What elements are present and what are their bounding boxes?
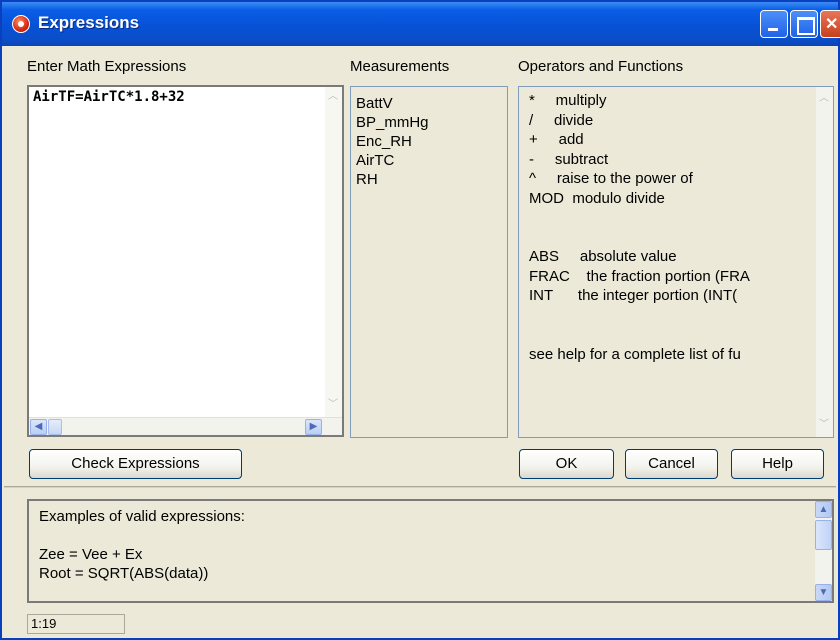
splitter-divider[interactable] [4,486,836,488]
operators-label: Operators and Functions [518,58,684,75]
expression-horizontal-scrollbar[interactable]: ◀ ▶ [29,417,342,435]
help-button[interactable]: Help [731,449,824,479]
measurement-item[interactable]: BP_mmHg [356,114,429,131]
operator-item[interactable]: + add [529,131,584,148]
minimize-button[interactable] [760,10,788,38]
vertical-scroll-thumb[interactable] [815,520,832,550]
examples-panel: Examples of valid expressions: Zee = Vee… [27,499,834,603]
check-expressions-button[interactable]: Check Expressions [29,449,242,479]
title-bar[interactable]: Expressions [2,2,840,46]
scroll-up-icon[interactable]: ︿ [816,91,832,107]
operator-item[interactable]: FRAC the fraction portion (FRA [529,268,750,285]
measurements-label: Measurements [350,58,450,75]
measurement-item[interactable]: RH [356,171,378,188]
operator-item[interactable]: ^ raise to the power of [529,170,693,187]
scroll-up-icon[interactable]: ▲ [815,501,832,518]
cancel-button[interactable]: Cancel [625,449,718,479]
operator-item[interactable]: * multiply [529,92,607,109]
operator-item[interactable]: see help for a complete list of fu [529,346,741,363]
measurement-item[interactable]: Enc_RH [356,133,412,150]
scroll-down-icon[interactable]: ﹀ [325,397,341,413]
operators-list[interactable]: * multiply / divide + add - subtract ^ raise… [518,86,834,438]
scroll-down-icon[interactable]: ▼ [815,584,832,601]
expressions-dialog: Expressions Enter Math Expressions Measu… [0,0,840,640]
cursor-position-status: 1:19 [27,614,125,634]
horizontal-scroll-thumb[interactable] [48,419,62,435]
scroll-right-icon[interactable]: ▶ [305,419,322,435]
expressions-label: Enter Math Expressions [27,58,187,75]
scroll-down-icon[interactable]: ﹀ [816,417,832,433]
expression-text[interactable]: AirTF=AirTC*1.8+32 [33,89,185,105]
close-button[interactable] [820,10,840,38]
ok-button[interactable]: OK [519,449,614,479]
expression-vertical-scrollbar[interactable]: ︿ ﹀ [325,87,342,417]
maximize-button[interactable] [790,10,818,38]
expression-textarea[interactable]: AirTF=AirTC*1.8+32 ︿ ﹀ ◀ ▶ [27,85,344,437]
operator-item[interactable]: INT the integer portion (INT( [529,287,737,304]
operator-item[interactable]: - subtract [529,151,608,168]
example-line: Root = SQRT(ABS(data)) [39,565,209,582]
operator-item[interactable]: MOD modulo divide [529,190,665,207]
operators-vertical-scrollbar[interactable]: ︿ ﹀ [816,87,833,437]
examples-heading: Examples of valid expressions: [39,508,245,525]
window-title: Expressions [38,13,140,32]
app-icon [12,15,30,33]
scroll-up-icon[interactable]: ︿ [325,89,341,105]
operator-item[interactable]: ABS absolute value [529,248,677,265]
measurements-list[interactable]: BattV BP_mmHg Enc_RH AirTC RH [350,86,508,438]
measurement-item[interactable]: BattV [356,95,393,112]
scroll-left-icon[interactable]: ◀ [30,419,47,435]
operator-item[interactable]: / divide [529,112,593,129]
measurement-item[interactable]: AirTC [356,152,394,169]
example-line: Zee = Vee + Ex [39,546,143,563]
examples-vertical-scrollbar[interactable]: ▲ ▼ [815,501,832,601]
